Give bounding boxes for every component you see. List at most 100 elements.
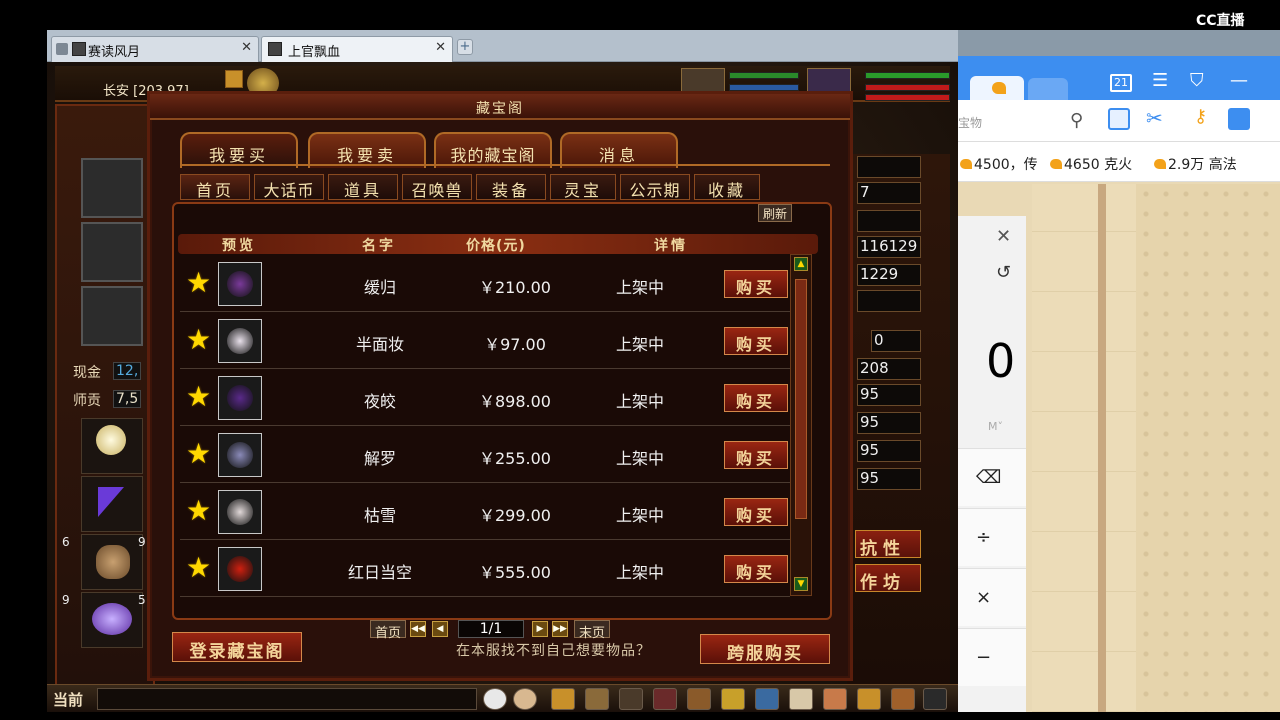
skill-slot-3[interactable] — [81, 286, 143, 346]
tab-buy[interactable]: 我要买 — [180, 132, 298, 168]
subtab-summons[interactable]: 召唤兽 — [402, 174, 472, 200]
tab-count-badge[interactable]: 21 — [1110, 74, 1132, 92]
search-icon[interactable]: ⚲ — [1070, 110, 1083, 131]
multiply-button[interactable]: × — [958, 568, 1026, 626]
address-bar[interactable]: 宝物 ⚲ ✂ ⚷ — [958, 100, 1280, 142]
address-input[interactable]: 宝物 — [958, 114, 982, 131]
item-preview[interactable] — [218, 433, 262, 477]
scroll-down-icon[interactable]: ▼ — [794, 577, 808, 591]
map-toggle-icon[interactable] — [225, 70, 243, 88]
tab-sell[interactable]: 我要卖 — [308, 132, 426, 168]
subtab-currency[interactable]: 大话币 — [254, 174, 324, 200]
chat-input[interactable] — [97, 688, 477, 710]
subtab-items[interactable]: 道具 — [328, 174, 398, 200]
toolbar-shop-icon[interactable] — [823, 688, 847, 710]
scissors-icon[interactable]: ✂ — [1146, 106, 1163, 130]
toolbar-items-icon[interactable] — [585, 688, 609, 710]
divide-button[interactable]: ÷ — [958, 508, 1026, 566]
subtab-equipment[interactable]: 装备 — [476, 174, 546, 200]
toolbar-attack-icon[interactable] — [551, 688, 575, 710]
item-row[interactable]: ★ 枯雪 ￥299.00 上架中 购买 — [180, 484, 790, 540]
toolbar-team-icon[interactable] — [619, 688, 643, 710]
subtract-button[interactable]: − — [958, 628, 1026, 686]
bookmark-item[interactable]: 2.9万 高法 — [1154, 154, 1237, 174]
buy-button[interactable]: 购买 — [724, 384, 788, 412]
favorite-star-icon[interactable]: ★ — [186, 326, 211, 354]
history-icon[interactable]: ↺ — [996, 262, 1011, 283]
browser-tab-2[interactable]: 上官飘血 ✕ — [261, 36, 453, 62]
menu-icon[interactable]: ☰ — [1152, 70, 1168, 91]
workshop-button[interactable]: 作坊 — [855, 564, 921, 593]
minimize-icon[interactable]: — — [1230, 70, 1248, 91]
item-row[interactable]: ★ 解罗 ￥255.00 上架中 购买 — [180, 427, 790, 483]
subtab-home[interactable]: 首页 — [180, 174, 250, 200]
bookmark-item[interactable]: 4500，传 — [960, 154, 1038, 174]
shirt-icon[interactable]: ⛉ — [1190, 70, 1204, 91]
new-tab-icon[interactable]: + — [457, 39, 473, 55]
last-page-button[interactable]: 末页 — [574, 620, 610, 641]
item-row[interactable]: ★ 半面妆 ￥97.00 上架中 购买 — [180, 313, 790, 369]
favorite-star-icon[interactable]: ★ — [186, 383, 211, 411]
toolbar-skill-icon[interactable] — [687, 688, 711, 710]
browser-tab-1[interactable]: 赛读风月 ✕ — [51, 36, 259, 62]
first-page-button[interactable]: 首页 — [370, 620, 406, 641]
list-scrollbar[interactable]: ▲ ▼ — [790, 254, 812, 596]
item-preview[interactable] — [218, 319, 262, 363]
item-preview[interactable] — [218, 490, 262, 534]
scroll-up-icon[interactable]: ▲ — [794, 257, 808, 271]
bookmark-icon[interactable] — [1108, 108, 1130, 130]
browser-tab[interactable] — [970, 76, 1024, 102]
tab-my-pavilion[interactable]: 我的藏宝阁 — [434, 132, 552, 168]
login-pavilion-button[interactable]: 登录藏宝阁 — [172, 632, 302, 662]
tab-close-icon[interactable]: ✕ — [435, 40, 446, 55]
emote-icon[interactable] — [483, 688, 507, 710]
item-row[interactable]: ★ 夜皎 ￥898.00 上架中 购买 — [180, 370, 790, 426]
toolbar-screen-icon[interactable] — [923, 688, 947, 710]
buy-button[interactable]: 购买 — [724, 441, 788, 469]
item-preview[interactable] — [218, 547, 262, 591]
inventory-slot-ore[interactable]: 6 9 — [62, 534, 146, 590]
scroll-thumb[interactable] — [795, 279, 807, 519]
subtab-favorites[interactable]: 收藏 — [694, 174, 760, 200]
subtab-lingbao[interactable]: 灵宝 — [550, 174, 616, 200]
buy-button[interactable]: 购买 — [724, 498, 788, 526]
backspace-button[interactable]: ⌫ — [958, 448, 1026, 506]
skill-slot-2[interactable] — [81, 222, 143, 282]
extension-icon[interactable] — [1228, 108, 1250, 130]
next-fast-icon[interactable]: ▶▶ — [552, 621, 568, 637]
toolbar-chest-icon[interactable] — [857, 688, 881, 710]
resistance-button[interactable]: 抗性 — [855, 530, 921, 559]
toolbar-event-icon[interactable] — [891, 688, 915, 710]
toolbar-pet-icon[interactable] — [653, 688, 677, 710]
favorite-star-icon[interactable]: ★ — [186, 440, 211, 468]
tab-messages[interactable]: 消息 — [560, 132, 678, 168]
key-icon[interactable]: ⚷ — [1194, 106, 1207, 127]
toolbar-quest-icon[interactable] — [721, 688, 745, 710]
inventory-slot-crystal[interactable]: 9 5 — [62, 592, 146, 648]
toolbar-guild-icon[interactable] — [755, 688, 779, 710]
cross-server-buy-button[interactable]: 跨服购买 — [700, 634, 830, 664]
item-preview[interactable] — [218, 262, 262, 306]
inventory-slot-lantern[interactable] — [81, 418, 143, 474]
buy-button[interactable]: 购买 — [724, 327, 788, 355]
bookmark-item[interactable]: 4650 克火 — [1050, 154, 1132, 174]
item-row[interactable]: ★ 红日当空 ￥555.00 上架中 购买 — [180, 541, 790, 597]
buy-button[interactable]: 购买 — [724, 270, 788, 298]
prev-fast-icon[interactable]: ◀◀ — [410, 621, 426, 637]
refresh-button[interactable]: 刷新 — [758, 204, 792, 222]
toolbar-system-icon[interactable] — [789, 688, 813, 710]
subtab-publicity[interactable]: 公示期 — [620, 174, 690, 200]
favorite-star-icon[interactable]: ★ — [186, 497, 211, 525]
next-icon[interactable]: ▶ — [532, 621, 548, 637]
friend-icon[interactable] — [513, 688, 537, 710]
favorite-star-icon[interactable]: ★ — [186, 554, 211, 582]
skill-slot-1[interactable] — [81, 158, 143, 218]
inventory-slot-flag[interactable] — [81, 476, 143, 532]
close-icon[interactable]: ✕ — [996, 226, 1011, 247]
memory-button[interactable]: M˅ — [988, 420, 1003, 433]
browser-tab[interactable] — [1028, 78, 1068, 100]
item-preview[interactable] — [218, 376, 262, 420]
tab-menu-icon[interactable] — [56, 43, 68, 55]
prev-icon[interactable]: ◀ — [432, 621, 448, 637]
buy-button[interactable]: 购买 — [724, 555, 788, 583]
